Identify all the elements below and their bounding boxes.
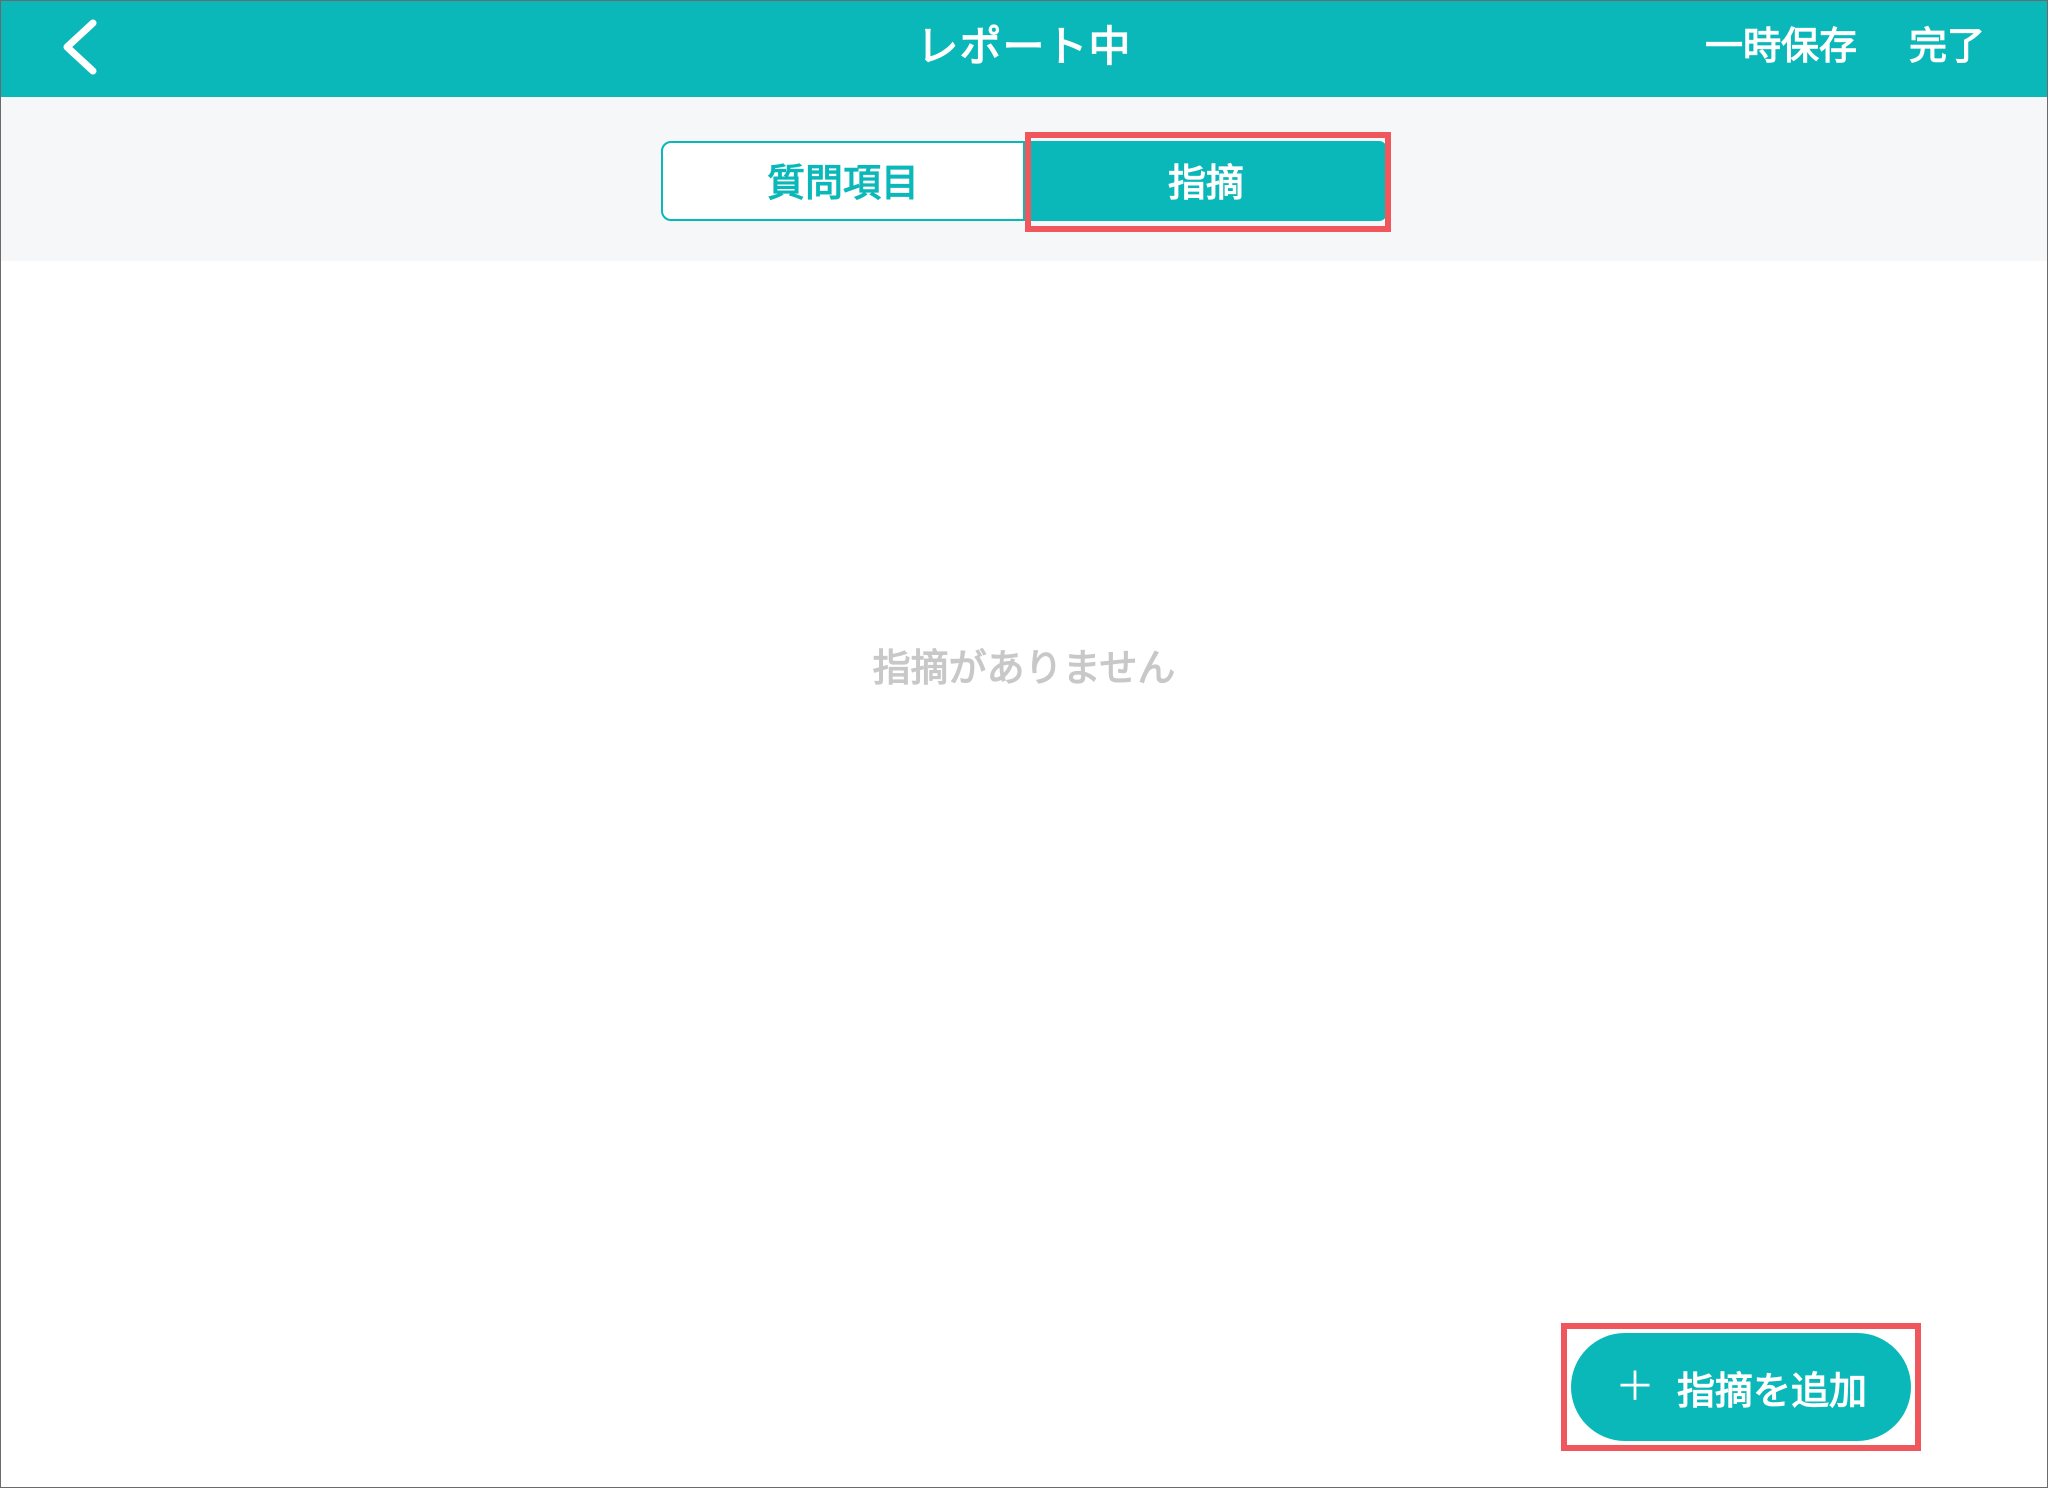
- empty-state-message: 指摘がありません: [872, 646, 1176, 690]
- done-button[interactable]: 完了: [1909, 1, 1985, 91]
- plus-icon: ＋: [1614, 1364, 1655, 1410]
- add-finding-label: 指摘を追加: [1676, 1368, 1867, 1413]
- save-draft-button[interactable]: 一時保存: [1705, 1, 1857, 91]
- add-finding-button[interactable]: ＋ 指摘を追加: [1571, 1333, 1911, 1441]
- navigation-bar: レポート中 一時保存 完了: [1, 1, 2047, 97]
- app-window: レポート中 一時保存 完了 質問項目 指摘 指摘がありません ＋ 指摘を追加: [0, 0, 2048, 1488]
- segment-control-bar: 質問項目 指摘: [1, 97, 2047, 261]
- tab-findings[interactable]: 指摘: [1025, 141, 1387, 221]
- tab-questions[interactable]: 質問項目: [661, 141, 1025, 221]
